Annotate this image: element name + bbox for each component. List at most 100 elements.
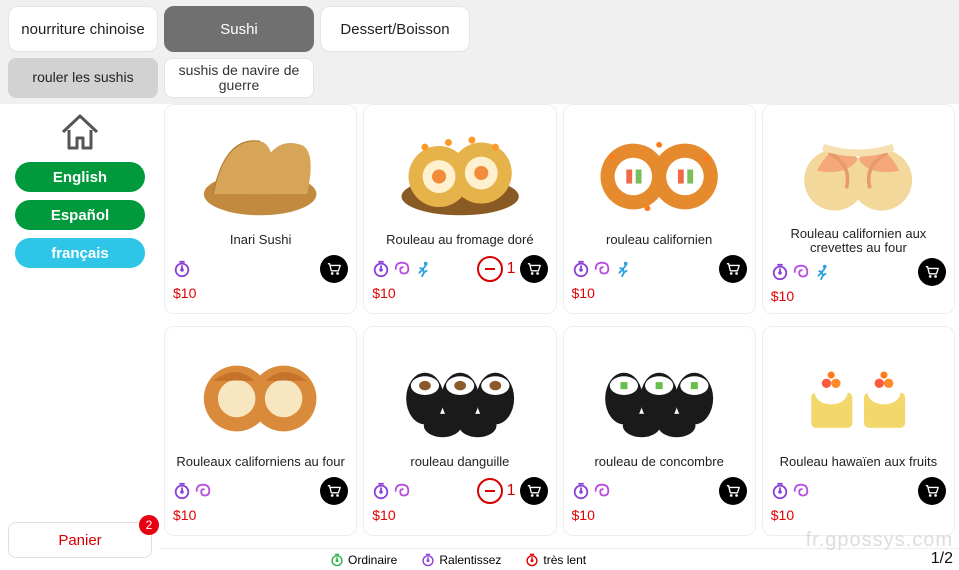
product-card[interactable]: Rouleaux californiens au four $10 xyxy=(164,326,357,536)
timer-icon xyxy=(771,263,789,281)
product-card[interactable]: Rouleau au fromage doré 1 $10 xyxy=(363,104,556,314)
cart-icon xyxy=(924,264,940,280)
language-english-button[interactable]: English xyxy=(15,162,145,192)
watermark: fr.gpossys.com xyxy=(806,529,953,552)
cart-icon xyxy=(526,483,542,499)
product-image xyxy=(763,327,954,447)
product-price: $10 xyxy=(763,288,954,310)
product-image xyxy=(564,105,755,225)
main-tabs: nourriture chinoise Sushi Dessert/Boisso… xyxy=(0,0,959,52)
product-image xyxy=(165,327,356,447)
product-badges xyxy=(572,482,611,500)
product-grid: Inari Sushi $10 Rouleau au fromage doré … xyxy=(160,104,959,542)
swirl-icon xyxy=(593,260,611,278)
product-image xyxy=(165,105,356,225)
language-french-button[interactable]: français xyxy=(15,238,145,268)
cart-label: Panier xyxy=(58,532,101,549)
product-card[interactable]: Rouleau californien aux crevettes au fou… xyxy=(762,104,955,314)
legend-veryslow: très lent xyxy=(525,553,586,567)
product-badges xyxy=(173,482,212,500)
product-image xyxy=(564,327,755,447)
cart-button[interactable]: Panier 2 xyxy=(8,522,152,558)
product-badges xyxy=(771,263,831,281)
product-price: $10 xyxy=(564,285,755,307)
product-name: Rouleau au fromage doré xyxy=(364,225,555,255)
runner-icon xyxy=(614,260,632,278)
product-card[interactable]: Inari Sushi $10 xyxy=(164,104,357,314)
swirl-icon xyxy=(593,482,611,500)
timer-icon xyxy=(421,553,435,567)
product-badges xyxy=(173,260,191,278)
product-name: rouleau de concombre xyxy=(564,447,755,477)
add-to-cart-button[interactable] xyxy=(719,477,747,505)
product-price: $10 xyxy=(165,507,356,529)
legend-slow: Ralentissez xyxy=(421,553,501,567)
subtab-roll-sushi[interactable]: rouler les sushis xyxy=(8,58,158,98)
product-name: rouleau danguille xyxy=(364,447,555,477)
legend-ordinary: Ordinaire xyxy=(330,553,397,567)
product-image xyxy=(364,105,555,225)
swirl-icon xyxy=(792,263,810,281)
product-name: Inari Sushi xyxy=(165,225,356,255)
timer-icon xyxy=(572,260,590,278)
cart-icon xyxy=(725,261,741,277)
sidebar: English Español français xyxy=(0,104,160,542)
decrease-qty-button[interactable] xyxy=(477,478,503,504)
tab-chinese-food[interactable]: nourriture chinoise xyxy=(8,6,158,52)
add-to-cart-button[interactable] xyxy=(520,477,548,505)
product-card[interactable]: rouleau de concombre $10 xyxy=(563,326,756,536)
product-image xyxy=(364,327,555,447)
cart-icon xyxy=(526,261,542,277)
language-spanish-button[interactable]: Español xyxy=(15,200,145,230)
product-price: $10 xyxy=(564,507,755,529)
product-badges xyxy=(771,482,810,500)
product-name: Rouleaux californiens au four xyxy=(165,447,356,477)
add-to-cart-button[interactable] xyxy=(320,477,348,505)
timer-icon xyxy=(572,482,590,500)
product-qty: 1 xyxy=(507,260,516,278)
swirl-icon xyxy=(393,482,411,500)
product-badges xyxy=(372,482,411,500)
timer-icon xyxy=(173,260,191,278)
cart-icon xyxy=(326,483,342,499)
product-name: rouleau californien xyxy=(564,225,755,255)
timer-icon xyxy=(771,482,789,500)
tab-sushi[interactable]: Sushi xyxy=(164,6,314,52)
product-badges xyxy=(572,260,632,278)
cart-icon xyxy=(725,483,741,499)
add-to-cart-button[interactable] xyxy=(918,477,946,505)
subtab-warship-sushi[interactable]: sushis de navire de guerre xyxy=(164,58,314,98)
add-to-cart-button[interactable] xyxy=(918,258,946,286)
runner-icon xyxy=(813,263,831,281)
add-to-cart-button[interactable] xyxy=(520,255,548,283)
product-card[interactable]: rouleau californien $10 xyxy=(563,104,756,314)
add-to-cart-button[interactable] xyxy=(320,255,348,283)
home-button[interactable] xyxy=(57,108,103,154)
product-badges xyxy=(372,260,432,278)
swirl-icon xyxy=(194,482,212,500)
product-image xyxy=(763,105,954,225)
timer-icon xyxy=(525,553,539,567)
product-price: $10 xyxy=(165,285,356,307)
runner-icon xyxy=(414,260,432,278)
timer-icon xyxy=(372,482,390,500)
cart-icon xyxy=(924,483,940,499)
home-icon xyxy=(57,108,103,154)
product-name: Rouleau hawaïen aux fruits xyxy=(763,447,954,477)
page-indicator: 1/2 xyxy=(931,550,953,568)
product-name: Rouleau californien aux crevettes au fou… xyxy=(763,225,954,258)
product-price: $10 xyxy=(364,507,555,529)
timer-icon xyxy=(372,260,390,278)
product-card[interactable]: rouleau danguille 1 $10 xyxy=(363,326,556,536)
cart-count-badge: 2 xyxy=(139,515,159,535)
product-price: $10 xyxy=(364,285,555,307)
product-price: $10 xyxy=(763,507,954,529)
timer-icon xyxy=(330,553,344,567)
product-qty: 1 xyxy=(507,482,516,500)
timer-icon xyxy=(173,482,191,500)
tab-dessert-drink[interactable]: Dessert/Boisson xyxy=(320,6,470,52)
add-to-cart-button[interactable] xyxy=(719,255,747,283)
decrease-qty-button[interactable] xyxy=(477,256,503,282)
swirl-icon xyxy=(792,482,810,500)
product-card[interactable]: Rouleau hawaïen aux fruits $10 xyxy=(762,326,955,536)
